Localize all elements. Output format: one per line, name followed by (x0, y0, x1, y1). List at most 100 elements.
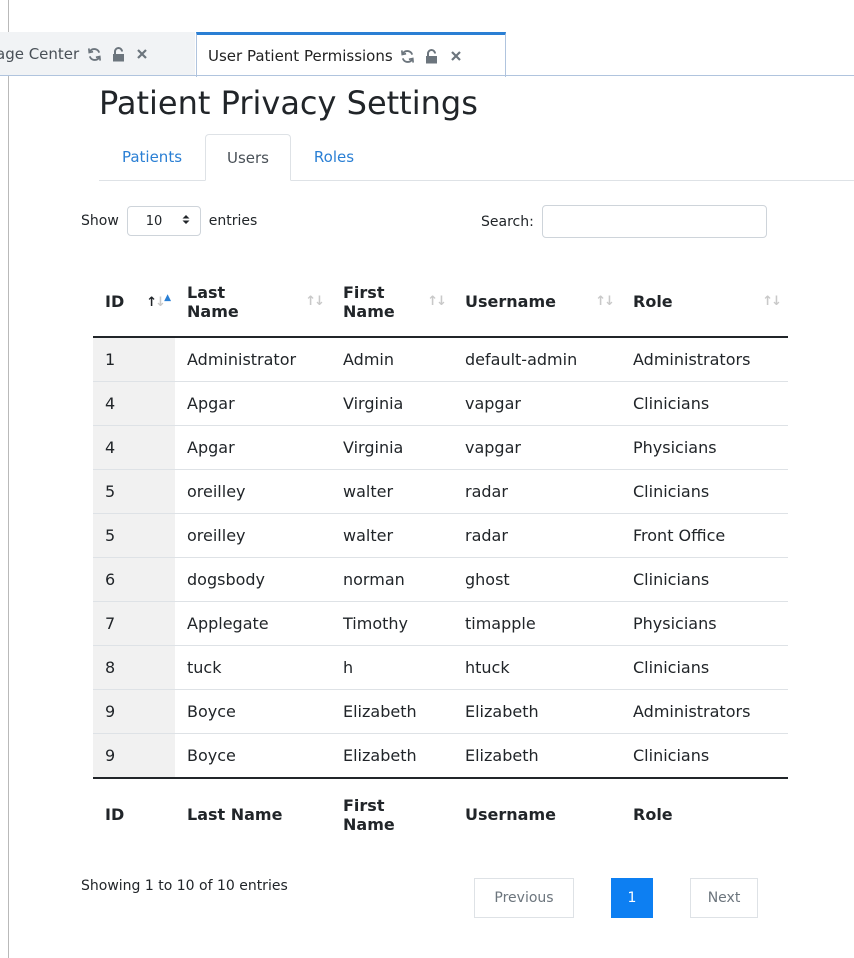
cell-username: radar (453, 513, 621, 558)
window-left-border (8, 0, 9, 958)
table-row[interactable]: 8 tuck h htuck Clinicians (93, 645, 788, 690)
entries-length-control: Show 10 entries (81, 205, 257, 237)
cell-first-name: Virginia (331, 381, 453, 426)
cell-last-name: Administrator (187, 350, 297, 369)
cell-id: 1 (93, 337, 175, 382)
search-input[interactable] (541, 205, 767, 238)
cell-last-name: Applegate (175, 601, 331, 646)
cell-role: Front Office (621, 513, 788, 558)
cell-id: 9 (93, 733, 175, 778)
table-header-row: ID ↑↓▲ Last Name ↑↓ First Name ↑↓ Userna… (93, 268, 788, 338)
header-label: Last (187, 282, 226, 302)
cell-id: 5 (93, 469, 175, 514)
cell-last-name: dogsbody (175, 557, 331, 602)
table-row[interactable]: 6 dogsbody norman ghost Clinicians (93, 557, 788, 602)
column-header-last-name[interactable]: Last Name ↑↓ (175, 268, 331, 338)
cell-username: Elizabeth (453, 689, 621, 734)
cell-last-name: Apgar (175, 425, 331, 470)
search-label: Search: (481, 213, 534, 230)
sort-ascending-icon: ↑↓▲ (146, 293, 171, 311)
cell-last-name: oreilley (175, 469, 331, 514)
table-row[interactable]: 9 Boyce Elizabeth Elizabeth Administrato… (93, 689, 788, 734)
sort-icon: ↑↓ (762, 294, 782, 310)
users-table: ID ↑↓▲ Last Name ↑↓ First Name ↑↓ Userna… (93, 268, 788, 851)
refresh-icon[interactable] (85, 45, 103, 63)
lock-icon[interactable] (423, 47, 441, 65)
cell-first-name: norman (331, 557, 453, 602)
cell-username: vapgar (453, 381, 621, 426)
column-header-username[interactable]: Username ↑↓ (453, 268, 621, 338)
search-control: Search: (481, 205, 767, 238)
table-row[interactable]: 9 Boyce Elizabeth Elizabeth Clinicians (93, 733, 788, 778)
sort-icon: ↑↓ (595, 294, 615, 310)
cell-last-name: Boyce (175, 689, 331, 734)
footer-last-name: Last Name (175, 777, 331, 851)
column-header-first-name[interactable]: First Name ↑↓ (331, 268, 453, 338)
table-row[interactable]: 5 oreilley walter radar Clinicians (93, 469, 788, 514)
footer-label: First (343, 795, 385, 815)
subtab-nav: Patients Users Roles (99, 134, 854, 181)
cell-first-name: Elizabeth (331, 689, 453, 734)
table-info: Showing 1 to 10 of 10 entries (81, 878, 288, 894)
page-1-button[interactable]: 1 (611, 878, 653, 918)
tab-users[interactable]: Users (205, 134, 291, 181)
cell-username: vapgar (453, 425, 621, 470)
close-icon[interactable] (447, 47, 465, 65)
cell-username: timapple (453, 601, 621, 646)
table-row[interactable]: 7 Applegate Timothy timapple Physicians (93, 601, 788, 646)
lock-icon[interactable] (109, 45, 127, 63)
cell-first-name: Timothy (331, 601, 453, 646)
table-row[interactable]: 4 Apgar Virginia vapgar Clinicians (93, 381, 788, 426)
cell-first-name: Elizabeth (331, 733, 453, 778)
table-row[interactable]: 1 Administrator Admin default-admin Admi… (93, 337, 788, 382)
cell-id: 4 (93, 381, 175, 426)
cell-role: Clinicians (621, 557, 788, 602)
cell-username: default-admin (465, 350, 578, 369)
show-label: Show (81, 213, 119, 229)
cell-first-name: h (331, 645, 453, 690)
cell-last-name: tuck (175, 645, 331, 690)
table-row[interactable]: 5 oreilley walter radar Front Office (93, 513, 788, 558)
tab-user-patient-permissions[interactable]: User Patient Permissions (196, 32, 506, 77)
previous-button[interactable]: Previous (474, 878, 574, 918)
column-header-role[interactable]: Role ↑↓ (621, 268, 788, 338)
entries-label: entries (208, 213, 258, 229)
tab-label: User Patient Permissions (208, 47, 393, 65)
cell-first-name: Virginia (331, 425, 453, 470)
entries-select[interactable]: 10 (126, 206, 201, 236)
footer-role: Role (621, 777, 788, 851)
refresh-icon[interactable] (399, 47, 417, 65)
page-title: Patient Privacy Settings (99, 84, 478, 122)
cell-role: Administrators (633, 350, 751, 369)
cell-id: 5 (93, 513, 175, 558)
cell-role: Physicians (621, 425, 788, 470)
header-label: Role (633, 292, 673, 312)
footer-first-name: First Name (331, 777, 453, 851)
cell-id: 7 (93, 601, 175, 646)
header-label: Name (343, 302, 395, 321)
header-label: ID (105, 292, 125, 312)
cell-username: ghost (453, 557, 621, 602)
next-button[interactable]: Next (690, 878, 758, 918)
cell-id: 4 (93, 425, 175, 470)
cell-first-name: Admin (343, 350, 394, 369)
tab-bar-divider (0, 75, 854, 76)
tab-roles[interactable]: Roles (291, 134, 377, 180)
entries-select-value: 10 (145, 213, 163, 229)
footer-username: Username (453, 777, 621, 851)
cell-role: Clinicians (621, 645, 788, 690)
tab-label: age Center (0, 45, 80, 63)
tab-patients[interactable]: Patients (99, 134, 205, 180)
tab-message-center[interactable]: age Center (0, 32, 195, 76)
table-row[interactable]: 4 Apgar Virginia vapgar Physicians (93, 425, 788, 470)
cell-username: Elizabeth (453, 733, 621, 778)
cell-role: Clinicians (621, 733, 788, 778)
column-header-id[interactable]: ID ↑↓▲ (93, 268, 175, 338)
footer-id: ID (93, 777, 175, 851)
cell-username: radar (453, 469, 621, 514)
cell-last-name: oreilley (175, 513, 331, 558)
cell-role: Administrators (621, 689, 788, 734)
cell-role: Clinicians (621, 469, 788, 514)
close-icon[interactable] (133, 45, 151, 63)
cell-role: Physicians (621, 601, 788, 646)
